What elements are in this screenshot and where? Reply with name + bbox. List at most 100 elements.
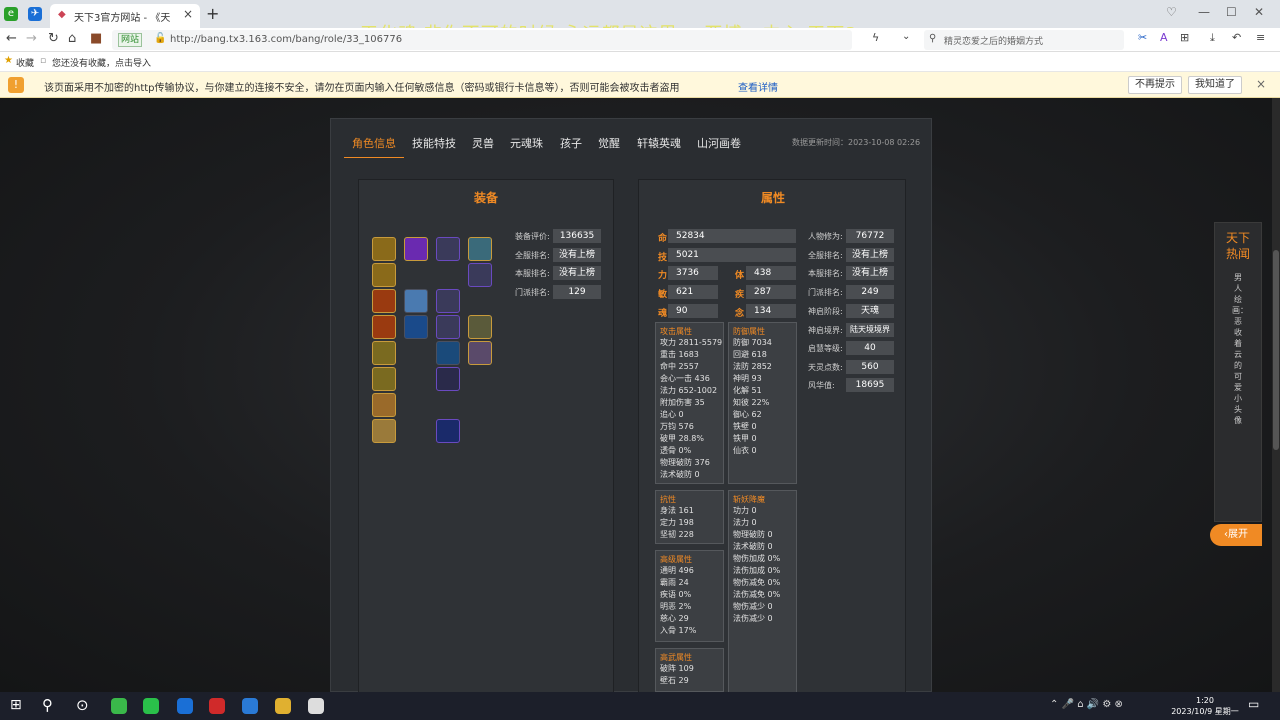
hp-value: 52834: [668, 229, 796, 243]
equip-slot[interactable]: [404, 237, 428, 261]
browser-logo-icon[interactable]: e: [4, 7, 18, 21]
apps-grid-icon[interactable]: ⊞: [1180, 31, 1189, 44]
taskbar-clock[interactable]: 1:20 2023/10/9 星期一: [1170, 695, 1240, 717]
game-launcher-icon[interactable]: [275, 698, 291, 714]
stat-line: 御心 62: [733, 410, 762, 419]
navigation-bar: ← → ↻ ⌂ ■ 网站 🔓 http://bang.tx3.163.com/b…: [0, 28, 1280, 52]
equip-slot[interactable]: [468, 341, 492, 365]
favorites-bar: ★ 收藏 ▫ 您还没有收藏，点击导入: [0, 52, 1280, 72]
taskbar-search-icon[interactable]: ⚲: [42, 696, 53, 714]
address-bar[interactable]: 网站 🔓 http://bang.tx3.163.com/bang/role/3…: [112, 30, 852, 50]
equip-slot[interactable]: [372, 263, 396, 287]
dropdown-icon[interactable]: ⌄: [902, 31, 910, 42]
maximize-icon[interactable]: ☐: [1226, 5, 1237, 19]
expand-button[interactable]: ‹展开: [1210, 524, 1262, 546]
equip-slot[interactable]: [404, 289, 428, 313]
sidebar-text[interactable]: 男人绘画：恶收着云的可爱小头像: [1232, 272, 1248, 426]
equip-slot[interactable]: [372, 341, 396, 365]
new-tab-icon[interactable]: +: [206, 4, 219, 23]
windows-start-icon[interactable]: ⊞: [10, 697, 22, 713]
stat-line: 法力 652-1002: [660, 386, 718, 395]
tab-pets[interactable]: 灵兽: [472, 135, 494, 151]
equip-slot[interactable]: [468, 315, 492, 339]
equip-slot[interactable]: [468, 237, 492, 261]
warning-icon: !: [8, 77, 24, 93]
scrollbar-thumb[interactable]: [1273, 250, 1279, 450]
tab-skills[interactable]: 技能特技: [412, 135, 456, 151]
bag-icon[interactable]: ■: [90, 31, 102, 46]
stat-line: 坚韧 228: [660, 530, 694, 539]
equip-slot[interactable]: [468, 263, 492, 287]
equip-slot[interactable]: [436, 419, 460, 443]
tab-landscape[interactable]: 山河画卷: [697, 135, 741, 151]
menu-icon[interactable]: ≡: [1256, 31, 1265, 44]
tab-soul-orb[interactable]: 元魂珠: [510, 135, 543, 151]
stat-label: 敏: [658, 290, 668, 300]
stat-line: 攻力 2811-5579: [660, 338, 723, 347]
equip-slot[interactable]: [372, 289, 396, 313]
close-window-icon[interactable]: ✕: [1254, 5, 1264, 19]
server-rank-value: 没有上榜: [553, 248, 601, 262]
warning-close-icon[interactable]: ×: [1256, 77, 1266, 91]
search-box[interactable]: ⚲ 精灵恋爱之后的婚姻方式: [924, 30, 1124, 50]
favorites-import-link[interactable]: 您还没有收藏，点击导入: [52, 56, 151, 69]
dont-show-again-button[interactable]: 不再提示: [1128, 76, 1182, 94]
stat-line: 铁甲 0: [733, 434, 757, 443]
zoom-icon[interactable]: ⊙: [76, 696, 89, 714]
stat-label: 体: [735, 271, 745, 281]
home-icon[interactable]: ⌂: [68, 31, 76, 46]
folder-icon: ▫: [40, 56, 47, 66]
warning-details-link[interactable]: 查看详情: [738, 79, 778, 94]
notification-icon[interactable]: ▭: [1248, 697, 1259, 711]
equip-slot[interactable]: [436, 367, 460, 391]
equip-slot[interactable]: [404, 315, 428, 339]
stat-line: 法力 0: [733, 518, 757, 527]
browser-tab[interactable]: ◆ 天下3官方网站 - 《天 ×: [50, 4, 200, 28]
tab-children[interactable]: 孩子: [560, 135, 582, 151]
stat-line: 明恶 2%: [660, 602, 692, 611]
telegram-icon[interactable]: ✈: [28, 7, 42, 21]
equip-slot[interactable]: [372, 393, 396, 417]
extension-icon[interactable]: A: [1160, 31, 1168, 44]
app-icon[interactable]: [209, 698, 225, 714]
resist-title: 抗性: [660, 495, 676, 504]
advanced-stats-box: 高级属性 通明 496 霸雨 24 疾语 0% 明恶 2% 慈心 29 入骨 1…: [655, 550, 724, 642]
equip-slot[interactable]: [436, 237, 460, 261]
undo-icon[interactable]: ↶: [1232, 31, 1241, 44]
edge-icon[interactable]: [177, 698, 193, 714]
back-icon[interactable]: ←: [6, 31, 17, 46]
shield-icon[interactable]: ♡: [1166, 5, 1177, 19]
favorites-label[interactable]: 收藏: [16, 56, 34, 69]
equip-slot[interactable]: [372, 237, 396, 261]
stat-line: 知彼 22%: [733, 398, 770, 407]
lightning-icon[interactable]: ϟ: [872, 31, 879, 44]
stat-line: 命中 2557: [660, 362, 699, 371]
stat-line: 法术破防 0: [733, 542, 773, 551]
stat-line: 物伤加成 0%: [733, 554, 781, 563]
tray-icons[interactable]: ⌃ 🎤 ⌂ 🔊 ⚙ ⊗: [1050, 699, 1123, 710]
equip-slot[interactable]: [436, 341, 460, 365]
forward-icon[interactable]: →: [26, 31, 37, 46]
equip-slot[interactable]: [372, 419, 396, 443]
refresh-icon[interactable]: ↻: [48, 31, 59, 46]
equip-slot[interactable]: [372, 367, 396, 391]
download-icon[interactable]: ⤓: [1210, 31, 1215, 45]
info-label: 启慧等级:: [808, 344, 843, 353]
wechat-icon[interactable]: [143, 698, 159, 714]
tab-close-icon[interactable]: ×: [183, 7, 193, 21]
tab-role-info[interactable]: 角色信息: [352, 135, 396, 151]
minimize-icon[interactable]: —: [1198, 5, 1210, 19]
equip-slot[interactable]: [372, 315, 396, 339]
sect-rank-value: 129: [553, 285, 601, 299]
game-client-icon[interactable]: [308, 698, 324, 714]
got-it-button[interactable]: 我知道了: [1188, 76, 1242, 94]
tab-heroes[interactable]: 轩辕英魂: [637, 135, 681, 151]
equip-slot[interactable]: [436, 315, 460, 339]
translate-icon[interactable]: ✂: [1138, 31, 1147, 44]
equip-slot[interactable]: [436, 289, 460, 313]
local-rank-value: 没有上榜: [553, 266, 601, 280]
tab-awaken[interactable]: 觉醒: [598, 135, 620, 151]
kugou-icon[interactable]: [242, 698, 258, 714]
stat-line: 会心一击 436: [660, 374, 710, 383]
app-360-icon[interactable]: [111, 698, 127, 714]
